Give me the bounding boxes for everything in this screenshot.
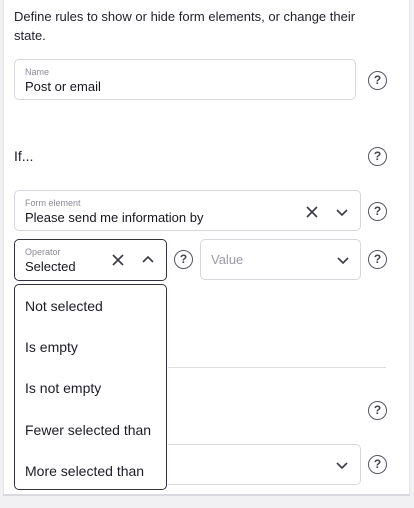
value-placeholder: Value — [211, 252, 244, 267]
form-element-select[interactable]: Form element Please send me information … — [14, 190, 361, 231]
operator-label: Operator — [25, 247, 61, 257]
operator-option[interactable]: More selected than — [25, 463, 144, 479]
operator-option[interactable]: Is not empty — [25, 380, 101, 396]
operator-option[interactable]: Is empty — [25, 339, 78, 355]
operator-option[interactable]: Fewer selected than — [25, 422, 151, 438]
chevron-down-icon[interactable] — [335, 458, 349, 472]
help-icon[interactable]: ? — [368, 202, 387, 221]
operator-value: Selected — [25, 259, 76, 274]
if-heading: If... — [14, 148, 34, 164]
section-divider — [168, 367, 386, 368]
chevron-up-icon[interactable] — [141, 253, 155, 267]
help-icon[interactable]: ? — [174, 250, 193, 269]
close-icon[interactable] — [111, 253, 125, 267]
chevron-down-icon[interactable] — [336, 253, 350, 267]
close-icon[interactable] — [305, 205, 319, 219]
bottom-bar — [0, 494, 414, 508]
help-icon[interactable]: ? — [368, 147, 387, 166]
form-element-value: Please send me information by — [25, 210, 204, 225]
help-icon[interactable]: ? — [368, 455, 387, 474]
chevron-down-icon[interactable] — [335, 205, 349, 219]
bottom-border — [3, 494, 410, 496]
help-icon[interactable]: ? — [368, 401, 387, 420]
target-element-select[interactable] — [168, 444, 361, 485]
operator-select[interactable]: Operator Selected — [14, 239, 167, 281]
help-icon[interactable]: ? — [368, 250, 387, 269]
name-field-label: Name — [25, 67, 50, 77]
name-field[interactable]: Name Post or email — [14, 59, 356, 100]
intro-text: Define rules to show or hide form elemen… — [14, 9, 356, 43]
form-element-label: Form element — [25, 198, 81, 208]
operator-dropdown: Not selected Is empty Is not empty Fewer… — [14, 284, 167, 490]
help-icon[interactable]: ? — [368, 71, 387, 90]
value-select[interactable]: Value — [200, 239, 361, 280]
operator-option[interactable]: Not selected — [25, 298, 103, 314]
name-field-value: Post or email — [25, 79, 101, 94]
